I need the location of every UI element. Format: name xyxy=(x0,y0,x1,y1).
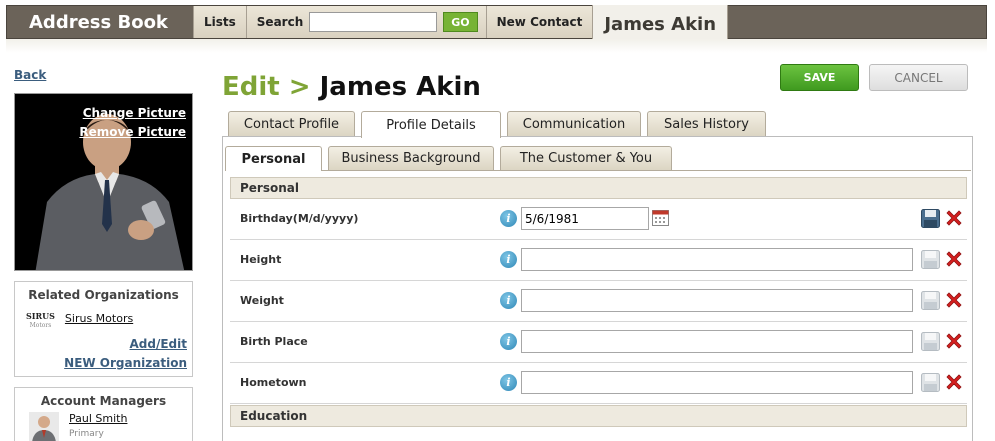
new-organization-link[interactable]: NEW Organization xyxy=(64,356,187,370)
subtab-customer-and-you[interactable]: The Customer & You xyxy=(500,146,672,170)
save-field-icon[interactable] xyxy=(921,373,940,392)
org-name-link[interactable]: Sirus Motors xyxy=(65,312,133,325)
delete-field-icon[interactable] xyxy=(944,249,964,269)
tab-sales-history[interactable]: Sales History xyxy=(647,111,766,136)
related-organizations-title: Related Organizations xyxy=(28,288,179,302)
delete-field-icon[interactable] xyxy=(944,290,964,310)
add-edit-link[interactable]: Add/Edit xyxy=(64,337,188,351)
delete-field-icon[interactable] xyxy=(944,372,964,392)
save-field-icon[interactable] xyxy=(921,209,940,228)
manager-row: Paul Smith Primary xyxy=(15,408,192,441)
change-picture-link[interactable]: Change Picture xyxy=(79,106,186,120)
manager-info: Paul Smith Primary xyxy=(69,412,127,441)
page-title-edit: Edit > xyxy=(222,72,311,102)
save-field-icon[interactable] xyxy=(921,250,940,269)
search-area: Search GO xyxy=(245,6,486,38)
manager-role: Primary xyxy=(69,429,104,439)
contact-photo: Change Picture Remove Picture xyxy=(14,93,193,271)
account-managers-title: Account Managers xyxy=(40,394,167,408)
main-tabs: Contact Profile Profile Details Communic… xyxy=(228,111,766,138)
org-logo-text: SIRUS xyxy=(26,311,55,321)
tab-profile-details[interactable]: Profile Details xyxy=(361,111,501,138)
section-header-education: Education xyxy=(230,405,967,427)
related-organizations-panel: Related Organizations SIRUS Motors Sirus… xyxy=(14,281,193,377)
page-title-name: James Akin xyxy=(319,72,481,102)
birth-place-input[interactable] xyxy=(521,330,913,353)
save-field-icon[interactable] xyxy=(921,291,940,310)
top-nav-shadow xyxy=(6,39,987,53)
go-button[interactable]: GO xyxy=(443,12,478,32)
org-logo: SIRUS Motors xyxy=(26,312,55,330)
manager-avatar xyxy=(29,412,59,441)
search-label: Search xyxy=(256,15,304,29)
save-field-icon[interactable] xyxy=(921,332,940,351)
info-icon[interactable]: i xyxy=(500,374,517,391)
org-actions: Add/Edit NEW Organization xyxy=(64,337,187,370)
search-input[interactable] xyxy=(309,12,438,32)
field-row-weight: Weight i xyxy=(230,281,967,322)
page-title: Edit > James Akin xyxy=(222,72,481,102)
app-title: Address Book xyxy=(29,11,168,33)
height-input[interactable] xyxy=(521,248,913,271)
info-icon[interactable]: i xyxy=(500,251,517,268)
lists-button[interactable]: Lists xyxy=(193,6,246,38)
tab-communication[interactable]: Communication xyxy=(507,111,641,136)
top-nav-bar: Address Book Lists Search GO New Contact… xyxy=(6,5,987,43)
subtab-personal[interactable]: Personal xyxy=(225,146,322,171)
save-button[interactable]: SAVE xyxy=(780,64,859,91)
field-label: Height xyxy=(240,253,282,266)
tab-contact-profile[interactable]: Contact Profile xyxy=(228,111,355,136)
new-contact-button[interactable]: New Contact xyxy=(485,6,593,38)
field-row-birth-place: Birth Place i xyxy=(230,322,967,363)
calendar-icon[interactable] xyxy=(652,209,669,226)
field-row-birthday: Birthday(M/d/yyyy) i xyxy=(230,199,967,240)
photo-actions: Change Picture Remove Picture xyxy=(79,106,186,139)
account-managers-panel: Account Managers Paul Smith Primary xyxy=(14,387,193,441)
field-label: Weight xyxy=(240,294,284,307)
manager-name-link[interactable]: Paul Smith xyxy=(69,412,127,425)
current-contact-tab[interactable]: James Akin xyxy=(592,5,729,43)
remove-picture-link[interactable]: Remove Picture xyxy=(79,125,186,139)
subtab-business-background[interactable]: Business Background xyxy=(328,146,494,170)
hometown-input[interactable] xyxy=(521,371,913,394)
section-header-personal: Personal xyxy=(230,177,967,199)
cancel-button[interactable]: CANCEL xyxy=(869,64,968,91)
delete-field-icon[interactable] xyxy=(944,331,964,351)
birthday-input[interactable] xyxy=(521,207,649,230)
sub-tabs: Personal Business Background The Custome… xyxy=(225,146,672,171)
field-label: Hometown xyxy=(240,376,307,389)
field-label: Birth Place xyxy=(240,335,308,348)
weight-input[interactable] xyxy=(521,289,913,312)
info-icon[interactable]: i xyxy=(500,333,517,350)
org-logo-subtext: Motors xyxy=(29,322,52,329)
info-icon[interactable]: i xyxy=(500,210,517,227)
org-row: SIRUS Motors Sirus Motors xyxy=(15,302,192,330)
field-row-hometown: Hometown i xyxy=(230,363,967,404)
delete-field-icon[interactable] xyxy=(944,208,964,228)
field-label: Birthday(M/d/yyyy) xyxy=(240,212,359,225)
field-row-height: Height i xyxy=(230,240,967,281)
back-link[interactable]: Back xyxy=(14,68,46,82)
info-icon[interactable]: i xyxy=(500,292,517,309)
